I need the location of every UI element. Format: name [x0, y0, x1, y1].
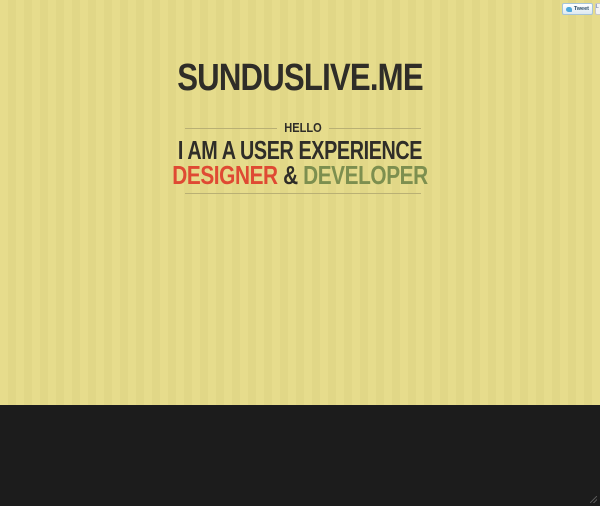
developer-word: DEVELOPER: [303, 160, 428, 190]
divider-bottom: [185, 193, 421, 194]
social-buttons: Tweet L: [561, 3, 600, 15]
like-button-label: L: [596, 4, 599, 10]
facebook-like-button[interactable]: L: [595, 3, 600, 15]
page: Tweet L SUNDUSLIVE.ME HELLO I AM A USER …: [0, 0, 600, 506]
tagline-line-2: DESIGNER & DEVELOPER: [60, 161, 540, 189]
twitter-bird-icon: [565, 6, 572, 12]
tweet-button-label: Tweet: [573, 6, 589, 12]
resize-grip-icon[interactable]: [590, 496, 597, 503]
site-title: SUNDUSLIVE.ME: [177, 57, 423, 99]
greeting-row: HELLO: [185, 120, 421, 136]
footer-section: [0, 405, 600, 506]
ampersand: &: [283, 160, 298, 190]
tweet-button[interactable]: Tweet: [561, 3, 593, 15]
hero-section: Tweet L SUNDUSLIVE.ME HELLO I AM A USER …: [0, 0, 600, 405]
divider-right: [329, 128, 421, 129]
designer-word: DESIGNER: [172, 160, 278, 190]
